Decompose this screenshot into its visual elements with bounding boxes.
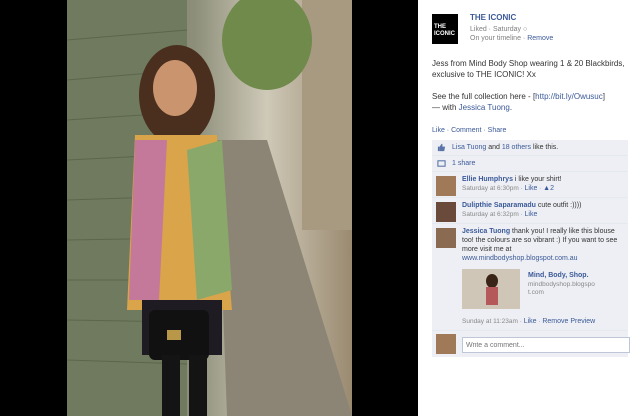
comment-like-button[interactable]: Like: [524, 318, 537, 325]
liker-name-link[interactable]: Lisa Tuong: [452, 144, 486, 151]
comment-author[interactable]: Ellie Humphrys: [462, 176, 513, 183]
caption-line-1: Jess from Mind Body Shop wearing 1 & 20 …: [432, 59, 625, 79]
comment-time[interactable]: Saturday at 6:30pm: [462, 185, 519, 192]
comment-time[interactable]: Sunday at 11:23am: [462, 318, 518, 325]
caption-text: ]: [602, 92, 605, 101]
share-button[interactable]: Share: [488, 127, 507, 134]
comment-like-button[interactable]: Like: [525, 185, 538, 192]
shares-link[interactable]: 1 share: [452, 160, 475, 167]
avatar[interactable]: [436, 228, 456, 248]
liked-status[interactable]: Liked: [470, 26, 487, 33]
post-caption: Jess from Mind Body Shop wearing 1 & 20 …: [432, 58, 632, 124]
post-detail-panel: THE ICONIC THE ICONIC Liked · Saturday ○…: [418, 0, 640, 416]
post-meta: Liked · Saturday ○ On your timeline · Re…: [470, 25, 553, 43]
comment-text: cute outfit :)))): [535, 202, 582, 209]
timeline-label: On your timeline: [470, 35, 521, 42]
remove-link[interactable]: Remove: [527, 35, 553, 42]
tagged-person-link[interactable]: Jessica Tuong: [459, 103, 510, 112]
remove-preview-link[interactable]: Remove Preview: [542, 318, 595, 325]
post-actions: Like · Comment · Share: [432, 127, 506, 134]
preview-url: mindbodyshop.blogspot.com: [528, 281, 595, 296]
comment-item: Jessica Tuong thank you! I really like t…: [432, 224, 628, 331]
comment-url-link[interactable]: www.mindbodyshop.blogspot.com.au: [462, 255, 578, 262]
post-photo[interactable]: [67, 0, 352, 416]
preview-thumbnail[interactable]: [462, 269, 520, 309]
write-comment-row: [432, 331, 630, 357]
others-link[interactable]: 18 others: [502, 144, 531, 151]
share-icon: [437, 160, 446, 167]
avatar[interactable]: [436, 202, 456, 222]
likes-text: and: [486, 144, 502, 151]
likes-text: like this.: [531, 144, 559, 151]
comment-like-button[interactable]: Like: [525, 211, 538, 218]
page-name-link[interactable]: THE ICONIC: [470, 13, 516, 22]
caption-text: .: [509, 103, 513, 112]
comment-text: i like your shirt!: [512, 176, 562, 183]
link-preview[interactable]: Mind, Body, Shop. mindbodyshop.blogspot.…: [462, 269, 622, 313]
collection-link[interactable]: http://bit.ly/Owusuc: [535, 92, 603, 101]
avatar: [436, 334, 456, 354]
feedback-box: Lisa Tuong and 18 others like this. 1 sh…: [432, 140, 630, 357]
caption-text: — with: [432, 103, 459, 112]
comment-item: Ellie Humphrys i like your shirt! Saturd…: [432, 172, 628, 198]
avatar[interactable]: [436, 176, 456, 196]
comment-input[interactable]: [462, 337, 630, 353]
preview-image: [462, 269, 520, 309]
photo-image: [67, 0, 352, 416]
comment-author[interactable]: Jessica Tuong: [462, 228, 510, 235]
shares-row: 1 share: [432, 156, 628, 172]
caption-text: See the full collection here - [: [432, 92, 536, 101]
globe-icon: ○: [522, 26, 528, 33]
likes-row: Lisa Tuong and 18 others like this.: [432, 140, 628, 156]
page-logo[interactable]: THE ICONIC: [432, 14, 458, 44]
comment-like-count[interactable]: 2: [550, 185, 554, 192]
comment-author[interactable]: Dulipthie Saparamadu: [462, 202, 536, 209]
comment-time[interactable]: Saturday at 6:32pm: [462, 211, 519, 218]
page-logo-text: THE ICONIC: [434, 24, 455, 37]
preview-title[interactable]: Mind, Body, Shop.: [528, 271, 589, 280]
comment-button[interactable]: Comment: [451, 127, 481, 134]
like-button[interactable]: Like: [432, 127, 445, 134]
comment-item: Dulipthie Saparamadu cute outfit :)))) S…: [432, 198, 628, 224]
photo-viewer: [0, 0, 418, 416]
post-date[interactable]: Saturday: [493, 26, 521, 33]
caption-line-2: See the full collection here - [http://b…: [432, 91, 632, 113]
thumbs-up-icon: [437, 143, 446, 152]
